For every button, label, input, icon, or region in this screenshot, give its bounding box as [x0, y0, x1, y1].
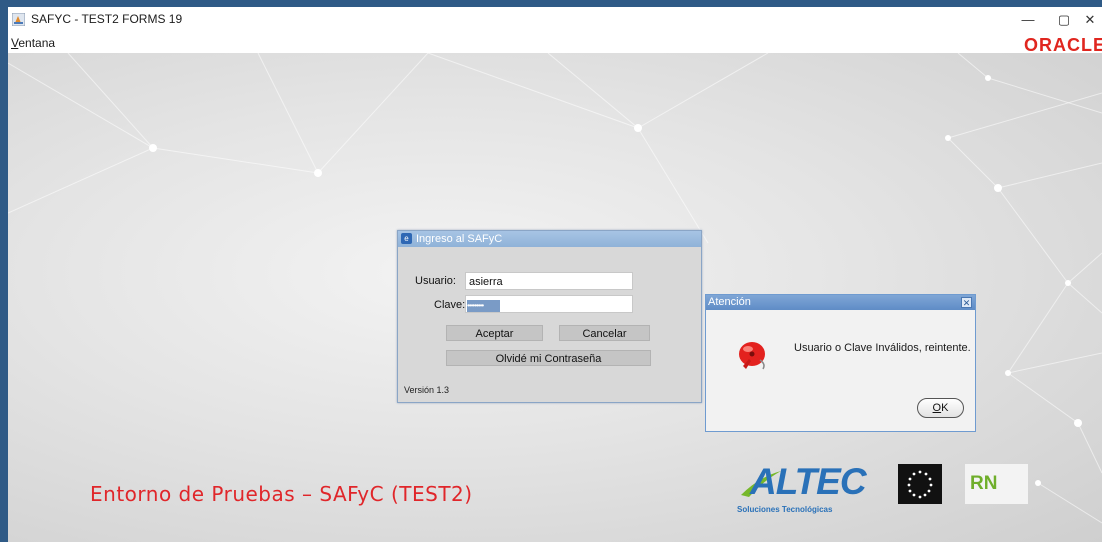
altec-logo: ALTEC — [750, 461, 867, 502]
olvide-contrasena-button[interactable]: Olvidé mi Contraseña — [446, 350, 651, 366]
alarm-bell-icon — [739, 342, 765, 370]
alert-title: Atención — [708, 296, 751, 308]
alert-dialog: Atención ✕ Usuario o Clave Inválidos, re… — [705, 294, 976, 432]
login-dialog: e Ingreso al SAFyC Usuario: asierra Clav… — [397, 230, 702, 403]
window-title: SAFYC - TEST2 FORMS 19 — [31, 12, 183, 26]
clave-input[interactable]: ••••••••• — [465, 295, 633, 313]
aceptar-button[interactable]: Aceptar — [446, 325, 543, 341]
forms-app-icon: e — [401, 233, 412, 244]
alert-message: Usuario o Clave Inválidos, reintente. — [794, 342, 971, 354]
cancelar-button[interactable]: Cancelar — [559, 325, 650, 341]
minimize-button[interactable]: — — [1010, 7, 1046, 33]
rn-logo: RN — [970, 473, 998, 494]
altec-tagline: Soluciones Tecnológicas — [737, 505, 833, 514]
alert-titlebar[interactable]: Atención ✕ — [706, 295, 975, 310]
alert-close-button[interactable]: ✕ — [961, 297, 972, 308]
version-label: Versión 1.3 — [404, 385, 450, 395]
usuario-input[interactable]: asierra — [465, 272, 633, 290]
app-window: SAFYC - TEST2 FORMS 19 — ▢ ✕ Ventana ORA… — [8, 7, 1102, 542]
menu-ventana[interactable]: Ventana — [11, 36, 55, 50]
close-button[interactable]: ✕ — [1072, 7, 1102, 33]
ok-button[interactable]: OK — [917, 398, 964, 418]
java-app-icon — [12, 13, 25, 26]
login-dialog-titlebar[interactable]: e Ingreso al SAFyC — [398, 231, 701, 247]
login-dialog-title: Ingreso al SAFyC — [416, 233, 503, 245]
menu-bar: Ventana — [8, 33, 1102, 53]
stars-circle-icon — [907, 470, 933, 499]
usuario-label: Usuario: — [415, 275, 456, 287]
clave-label: Clave: — [434, 299, 466, 311]
password-mask: ••••••••• — [467, 300, 500, 312]
environment-label: Entorno de Pruebas – SAFyC (TEST2) — [90, 482, 473, 506]
eu-flag-logo — [898, 464, 942, 504]
desktop-canvas: e Ingreso al SAFyC Usuario: asierra Clav… — [8, 53, 1102, 542]
title-bar: SAFYC - TEST2 FORMS 19 — ▢ ✕ — [8, 7, 1102, 33]
